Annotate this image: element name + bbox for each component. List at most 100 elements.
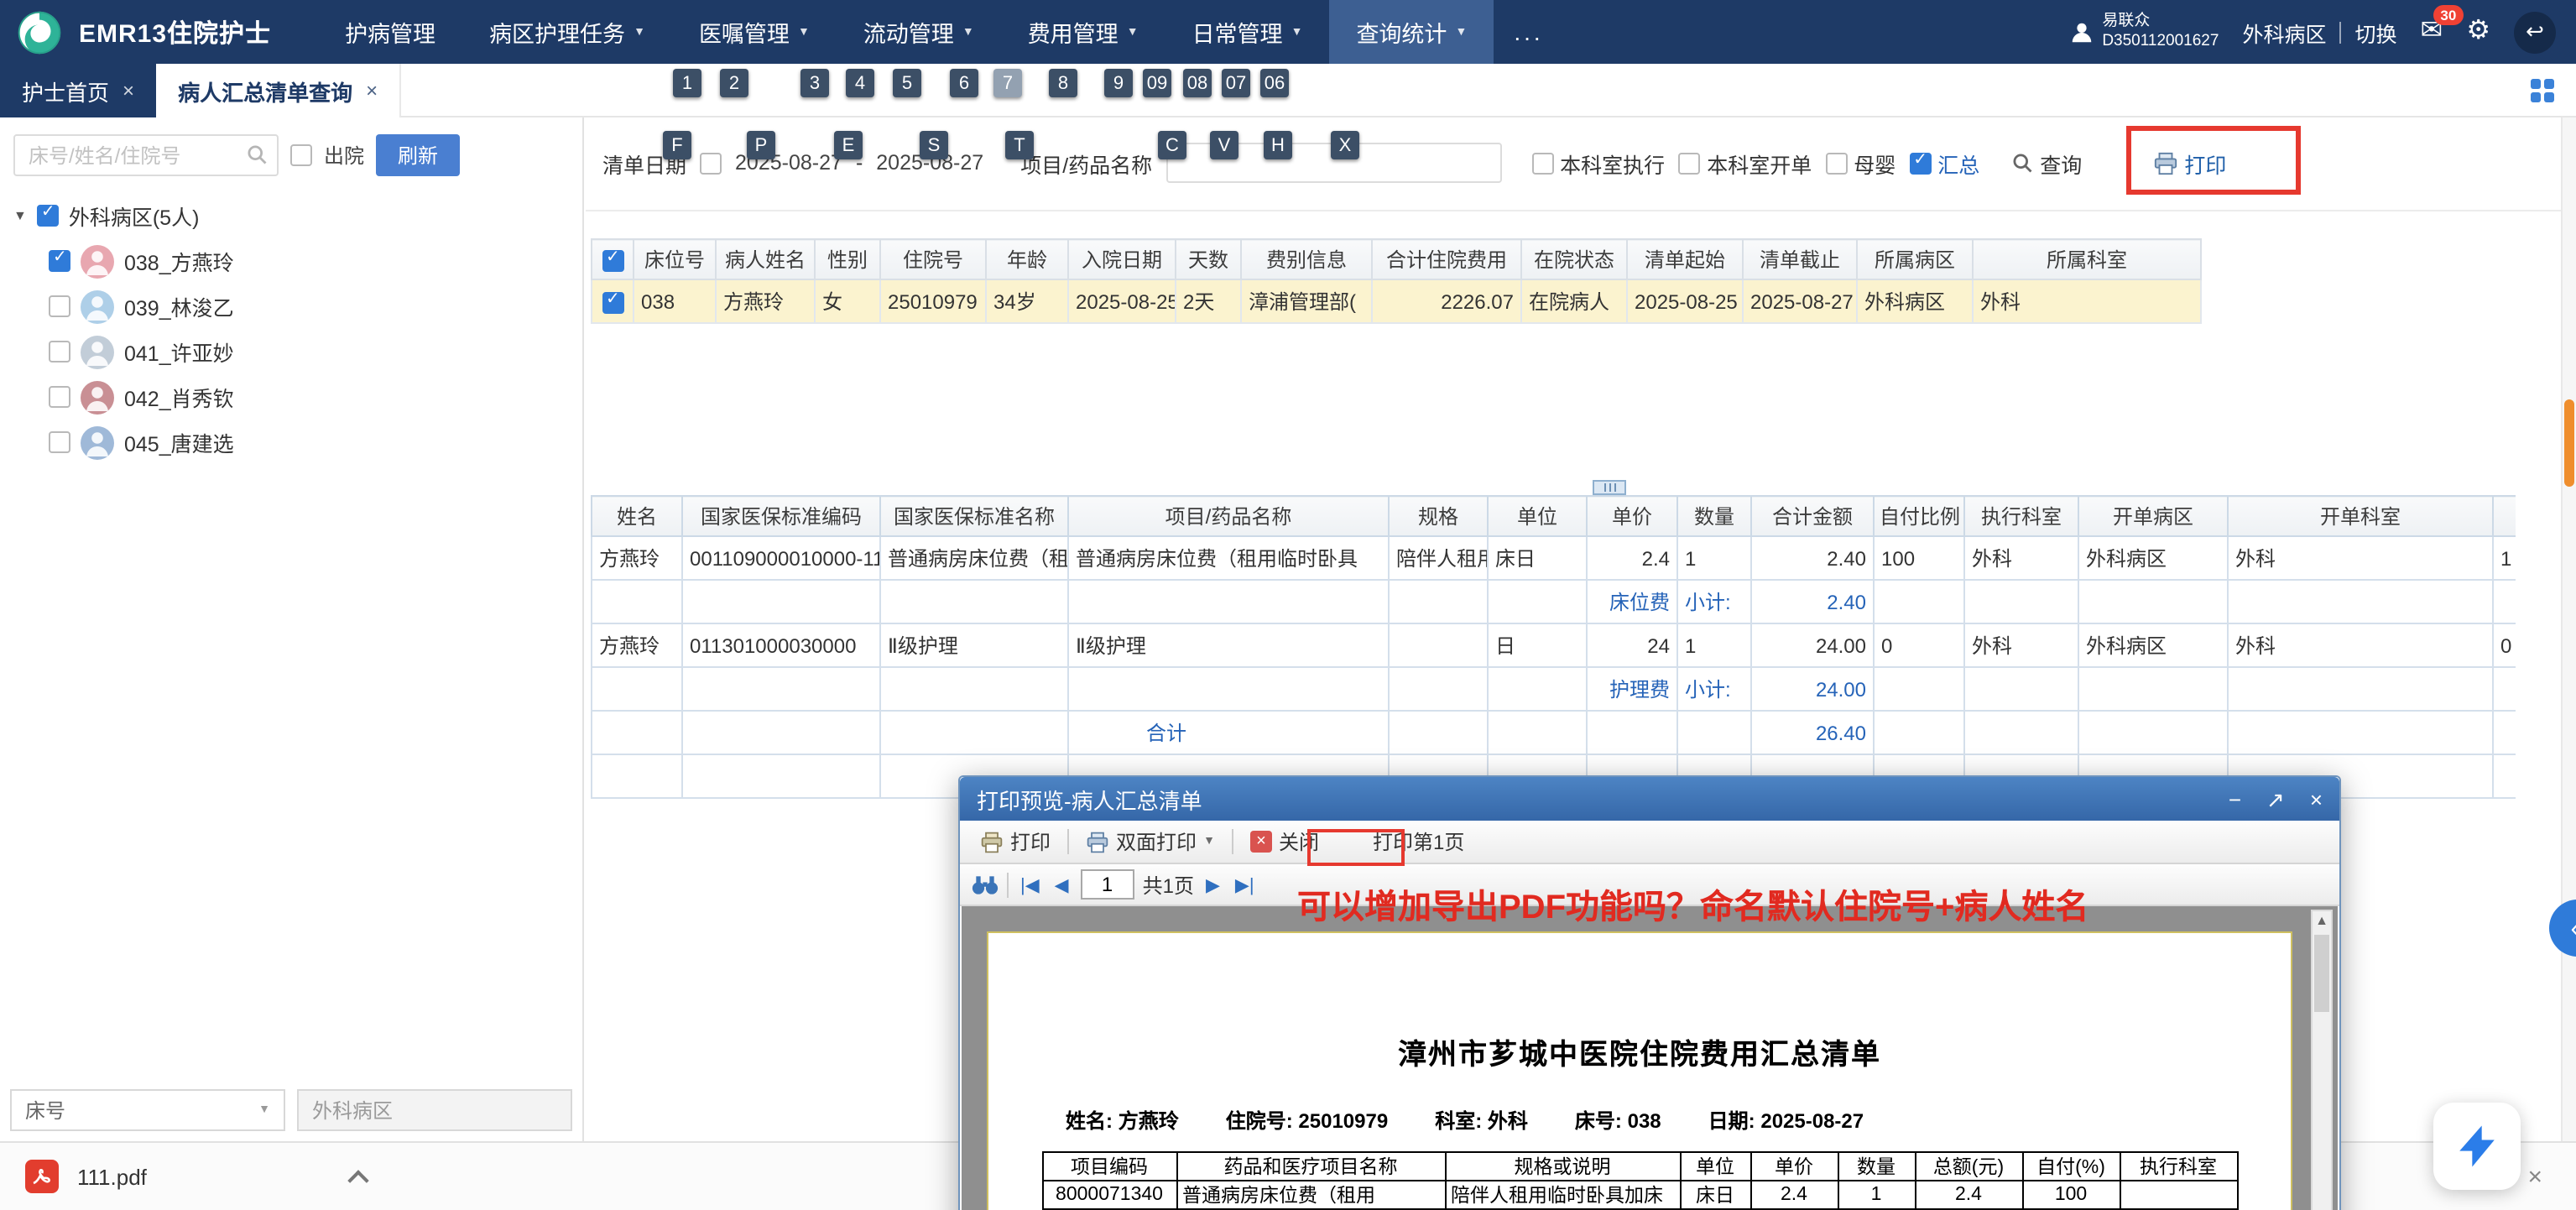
- column-header[interactable]: 天数: [1176, 239, 1241, 279]
- row-checkbox[interactable]: [602, 291, 623, 313]
- scroll-up-icon[interactable]: ▲: [2313, 911, 2331, 931]
- ward-select[interactable]: 外科病区: [297, 1089, 572, 1131]
- column-header[interactable]: 执行科室: [1964, 496, 2078, 536]
- apps-grid-icon[interactable]: [2529, 77, 2556, 104]
- column-header[interactable]: 性别: [815, 239, 880, 279]
- column-header[interactable]: 国家医保标准名称: [880, 496, 1068, 536]
- column-header[interactable]: 所属病区: [1857, 239, 1973, 279]
- patient-row-selected[interactable]: 038 方燕玲 女 25010979 34岁 2025-08-25 2天 漳浦管…: [592, 279, 2201, 323]
- column-header[interactable]: 合计金额: [1751, 496, 1874, 536]
- scrollbar-thumb[interactable]: [2564, 399, 2574, 487]
- column-header[interactable]: 所属科室: [1973, 239, 2201, 279]
- tree-root-ward[interactable]: ▼ 外科病区(5人): [13, 193, 569, 238]
- preview-scrollbar[interactable]: ▲: [2311, 910, 2333, 1210]
- bed-select[interactable]: 床号 ▼: [10, 1089, 285, 1131]
- menu-more-button[interactable]: ...: [1494, 0, 1563, 64]
- patient-checkbox[interactable]: [49, 250, 70, 272]
- print-button[interactable]: 打印: [2152, 147, 2226, 179]
- column-header[interactable]: 年龄: [986, 239, 1068, 279]
- select-all-checkbox-cell[interactable]: [592, 239, 634, 279]
- downloaded-filename[interactable]: 111.pdf: [77, 1164, 147, 1189]
- mail-icon[interactable]: ✉ 30: [2421, 18, 2443, 45]
- column-header[interactable]: 国家医保标准编码: [682, 496, 880, 536]
- patient-item[interactable]: 041_许亚妙: [13, 329, 569, 374]
- column-header[interactable]: 单价: [1587, 496, 1677, 536]
- column-header[interactable]: 数量: [1677, 496, 1751, 536]
- column-header[interactable]: 开单科室: [2228, 496, 2493, 536]
- search-input[interactable]: [13, 134, 279, 176]
- order-dept-checkbox[interactable]: [1678, 152, 1700, 174]
- patient-checkbox[interactable]: [49, 386, 70, 408]
- select-all-checkbox[interactable]: [602, 249, 623, 271]
- refresh-button[interactable]: 刷新: [376, 134, 460, 176]
- tree-expander-icon[interactable]: ▼: [13, 208, 27, 223]
- column-header[interactable]: 开单病区: [2078, 496, 2228, 536]
- close-icon[interactable]: ×: [123, 79, 134, 102]
- column-header[interactable]: 规格: [1389, 496, 1488, 536]
- row-checkbox-cell[interactable]: [592, 279, 634, 323]
- ward-checkbox[interactable]: [37, 205, 59, 227]
- column-header[interactable]: 入院日期: [1068, 239, 1176, 279]
- dialog-close-button[interactable]: × 关闭: [1242, 824, 1327, 859]
- patient-checkbox[interactable]: [49, 341, 70, 362]
- menu-ward-tasks[interactable]: 病区护理任务▼: [462, 0, 672, 64]
- duplex-print-button[interactable]: 双面打印 ▼: [1077, 824, 1223, 859]
- close-icon[interactable]: ×: [366, 79, 378, 102]
- last-page-button[interactable]: ▶|: [1232, 874, 1258, 895]
- chevron-up-icon[interactable]: [348, 1169, 369, 1190]
- menu-daily[interactable]: 日常管理▼: [1165, 0, 1330, 64]
- first-page-button[interactable]: |◀: [1017, 874, 1043, 895]
- column-header[interactable]: 姓名: [592, 496, 682, 536]
- next-page-button[interactable]: ▶: [1202, 874, 1223, 895]
- column-header[interactable]: 病人姓名: [716, 239, 815, 279]
- menu-query-stats[interactable]: 查询统计▼: [1329, 0, 1494, 64]
- patient-item[interactable]: 039_林浚乙: [13, 284, 569, 329]
- close-icon[interactable]: ×: [2310, 788, 2323, 810]
- tab-nurse-home[interactable]: 护士首页 ×: [0, 64, 156, 117]
- prev-page-button[interactable]: ◀: [1051, 874, 1072, 895]
- menu-flow[interactable]: 流动管理▼: [837, 0, 1001, 64]
- column-header[interactable]: 物: [2493, 496, 2516, 536]
- column-header[interactable]: 项目/药品名称: [1068, 496, 1389, 536]
- date-filter-checkbox[interactable]: [700, 152, 722, 174]
- column-header[interactable]: 自付比例: [1874, 496, 1964, 536]
- user-info[interactable]: 易联众 D350112001627: [2068, 12, 2219, 52]
- tab-patient-summary-query[interactable]: 病人汇总清单查询 ×: [156, 64, 401, 117]
- close-icon[interactable]: ×: [2527, 1162, 2542, 1191]
- column-header[interactable]: 床位号: [634, 239, 716, 279]
- column-header[interactable]: 单位: [1488, 496, 1587, 536]
- fee-row[interactable]: 方燕玲 001109000010000-11 普通病房床位费（租用 普通病房床位…: [592, 536, 2516, 580]
- scrollbar-thumb[interactable]: [2314, 935, 2329, 1012]
- switch-ward-button[interactable]: 切换: [2354, 16, 2396, 48]
- floating-app-icon[interactable]: [2433, 1103, 2521, 1190]
- dialog-titlebar[interactable]: 打印预览-病人汇总清单 − ↗ ×: [960, 777, 2339, 821]
- column-header[interactable]: 清单起始: [1627, 239, 1743, 279]
- menu-nursing[interactable]: 护病管理: [318, 0, 462, 64]
- column-header[interactable]: 费别信息: [1241, 239, 1372, 279]
- patient-item[interactable]: 042_肖秀钦: [13, 374, 569, 420]
- dialog-print-button[interactable]: 打印: [972, 824, 1059, 859]
- exec-dept-checkbox[interactable]: [1531, 152, 1553, 174]
- fee-row[interactable]: 方燕玲 011301000030000 Ⅱ级护理 Ⅱ级护理 日 24 1 24.…: [592, 623, 2516, 667]
- patient-item[interactable]: 038_方燕玲: [13, 238, 569, 284]
- maximize-icon[interactable]: ↗: [2266, 788, 2285, 810]
- page-number-input[interactable]: [1081, 869, 1134, 900]
- discharge-checkbox[interactable]: [290, 144, 312, 166]
- back-icon[interactable]: ↩: [2514, 11, 2556, 53]
- gear-icon[interactable]: ⚙: [2466, 18, 2490, 45]
- vertical-scrollbar[interactable]: [2561, 117, 2576, 1141]
- splitter-handle[interactable]: [1593, 480, 1626, 495]
- query-button[interactable]: 查询: [2010, 147, 2082, 179]
- patient-checkbox[interactable]: [49, 431, 70, 453]
- column-header[interactable]: 住院号: [880, 239, 986, 279]
- column-header[interactable]: 清单截止: [1743, 239, 1857, 279]
- patient-item[interactable]: 045_唐建选: [13, 420, 569, 465]
- minimize-icon[interactable]: −: [2229, 788, 2241, 810]
- column-header[interactable]: 合计住院费用: [1372, 239, 1521, 279]
- menu-orders[interactable]: 医嘱管理▼: [672, 0, 837, 64]
- mother-baby-checkbox[interactable]: [1825, 152, 1847, 174]
- find-icon[interactable]: [972, 874, 999, 895]
- column-header[interactable]: 在院状态: [1521, 239, 1627, 279]
- menu-fees[interactable]: 费用管理▼: [1001, 0, 1165, 64]
- summary-checkbox[interactable]: [1909, 152, 1931, 174]
